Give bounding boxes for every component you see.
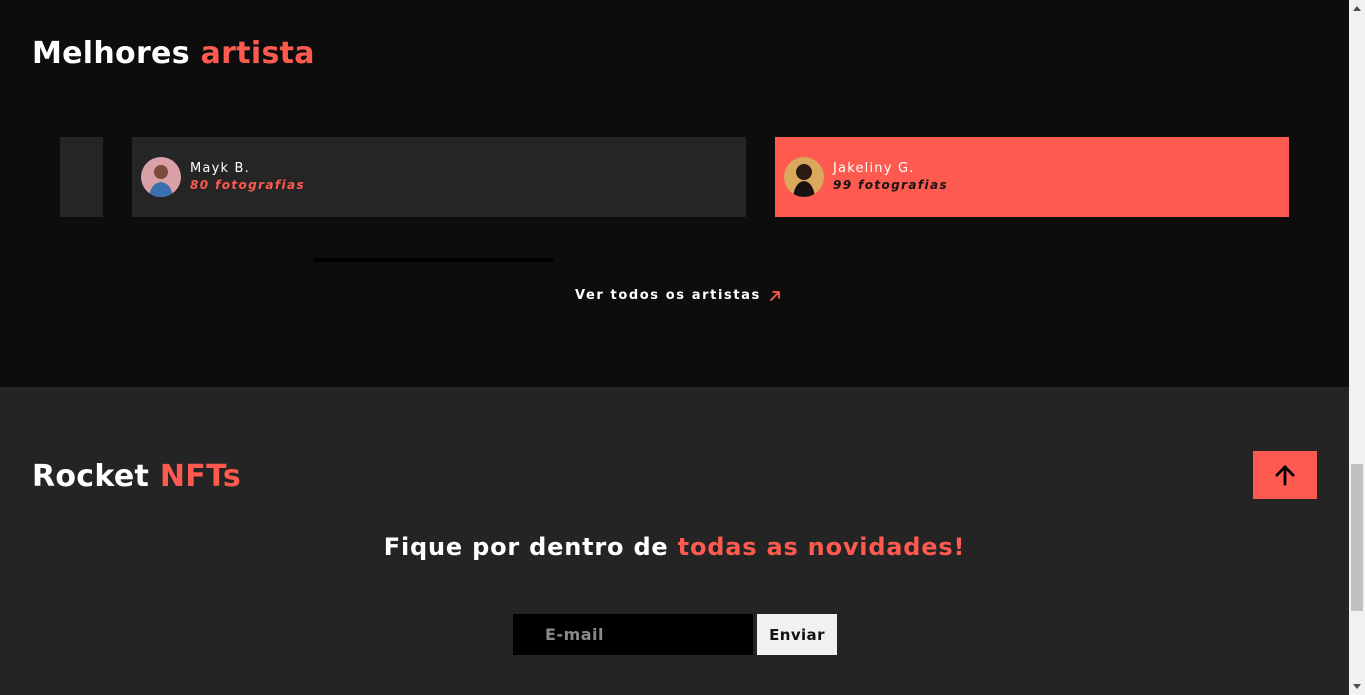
scroll-up-arrow-icon[interactable]	[1349, 0, 1365, 16]
scroll-down-arrow-icon[interactable]	[1349, 679, 1365, 695]
arrow-up-icon	[1275, 465, 1295, 486]
artist-photo-count: 99 fotografias	[833, 178, 949, 192]
artists-section: Melhores artista Mayk B. 80 fotografias …	[0, 0, 1349, 387]
see-all-artists-link[interactable]: Ver todos os artistas	[575, 288, 781, 303]
arrow-up-right-icon	[769, 290, 780, 301]
artist-info: Mayk B. 80 fotografias	[190, 161, 305, 193]
newsletter-title-accent: todas as novidades!	[677, 533, 966, 561]
avatar	[784, 157, 824, 197]
artist-info: Jakeliny G. 99 fotografias	[833, 161, 948, 193]
scrollbar-thumb[interactable]	[1351, 464, 1363, 611]
footer-brand-accent: NFTs	[159, 459, 242, 494]
artists-heading-main: Melhores	[32, 36, 190, 71]
footer-brand-main: Rocket	[32, 459, 150, 494]
page-scrollbar[interactable]	[1349, 0, 1365, 695]
see-all-artists-label: Ver todos os artistas	[575, 288, 761, 303]
artist-card[interactable]: Jakeliny G. 99 fotografias	[775, 137, 1289, 217]
send-button[interactable]: Enviar	[757, 614, 837, 655]
artists-heading-accent: artista	[200, 36, 315, 71]
artist-card-partial[interactable]	[60, 137, 103, 217]
artist-name: Mayk B.	[190, 161, 250, 176]
footer: Rocket NFTs Fique por dentro de todas as…	[0, 387, 1349, 695]
newsletter-title-main: Fique por dentro de	[383, 533, 669, 561]
avatar-image	[784, 157, 824, 197]
artist-photo-count: 80 fotografias	[190, 178, 306, 192]
back-to-top-button[interactable]	[1253, 451, 1317, 499]
artist-card[interactable]: Mayk B. 80 fotografias	[132, 137, 746, 217]
avatar-image	[141, 157, 181, 197]
artist-name: Jakeliny G.	[833, 161, 915, 176]
avatar	[141, 157, 181, 197]
newsletter-title: Fique por dentro de todas as novidades!	[0, 533, 1349, 561]
artists-heading: Melhores artista	[32, 36, 315, 71]
carousel-scroll-indicator[interactable]	[313, 258, 553, 262]
footer-brand: Rocket NFTs	[32, 459, 241, 494]
email-input[interactable]	[513, 614, 753, 655]
